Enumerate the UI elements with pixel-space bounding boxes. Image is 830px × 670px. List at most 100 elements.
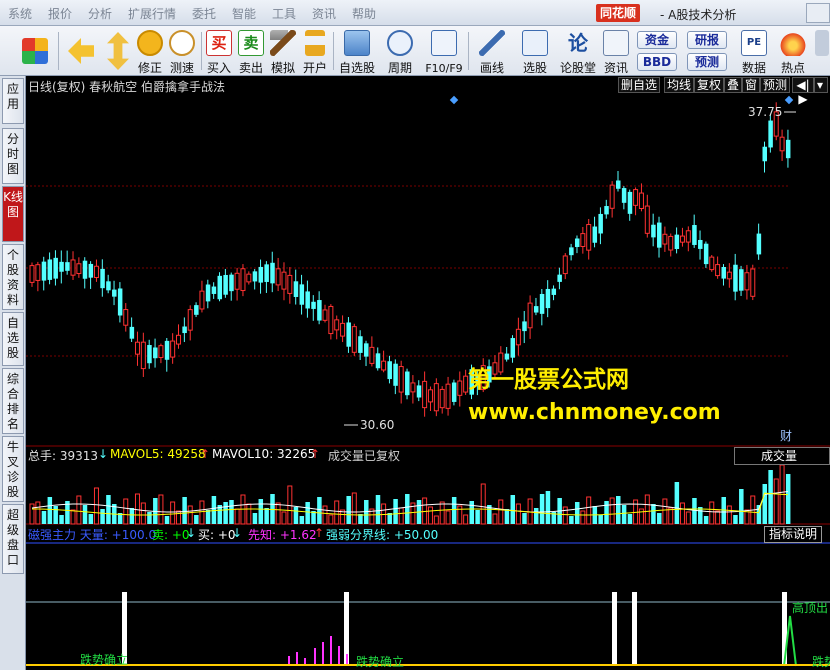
period-label: 周期 bbox=[387, 61, 412, 75]
news-button[interactable]: 资讯 bbox=[600, 28, 632, 75]
candle-body bbox=[70, 259, 76, 276]
draw-line-button[interactable]: 画线 bbox=[472, 28, 512, 75]
tab-kline[interactable]: K线图 bbox=[2, 186, 24, 242]
candle-body bbox=[562, 255, 568, 275]
candle-body bbox=[270, 262, 275, 284]
tab-intraday[interactable]: 分时图 bbox=[2, 128, 24, 184]
hot-button[interactable]: 热点 bbox=[776, 28, 810, 75]
expand-icon[interactable]: ◀|▶ bbox=[792, 77, 814, 106]
data-button[interactable]: PE 数据 bbox=[736, 28, 772, 75]
candle-body bbox=[65, 262, 70, 271]
capital-button[interactable]: 资金 bbox=[637, 31, 677, 49]
more-button[interactable] bbox=[814, 28, 830, 74]
candle-body bbox=[100, 268, 105, 289]
candle-body bbox=[187, 309, 193, 331]
indicator-help-button[interactable]: 指标说明 bbox=[764, 526, 823, 543]
ma-button[interactable]: 均线 bbox=[664, 77, 695, 93]
tab-ranking[interactable]: 综合排名 bbox=[2, 368, 24, 434]
menu-tools[interactable]: 工具 bbox=[272, 5, 296, 22]
volume-bar bbox=[726, 505, 732, 525]
menu-analysis[interactable]: 分析 bbox=[88, 5, 112, 22]
tab-apps[interactable]: 应用 bbox=[2, 78, 24, 124]
open-account-button[interactable]: 开户 bbox=[300, 28, 330, 75]
volume-bar bbox=[715, 510, 721, 525]
fix-button[interactable]: 修正 bbox=[134, 28, 166, 75]
menu-system[interactable]: 系统 bbox=[8, 5, 32, 22]
volume-indicator-select[interactable]: 成交量 bbox=[734, 447, 830, 465]
candle-body bbox=[739, 269, 744, 291]
tab-diagnosis[interactable]: 牛叉诊股 bbox=[2, 436, 24, 502]
volume-bar bbox=[100, 509, 105, 524]
candle-body bbox=[29, 265, 35, 283]
left-tab-bar: 应用 分时图 K线图 个股资料 自选股 综合排名 牛叉诊股 超级盘口 bbox=[0, 76, 26, 670]
lock-icon bbox=[305, 30, 325, 56]
forum-button[interactable]: 论 论股堂 bbox=[558, 28, 598, 75]
forum-label: 论股堂 bbox=[559, 61, 596, 75]
updown-arrows-icon bbox=[107, 32, 129, 70]
self-select-button[interactable]: 自选股 bbox=[336, 28, 378, 75]
candle-body bbox=[246, 273, 252, 283]
candle-body bbox=[398, 366, 404, 393]
volume-bar bbox=[480, 483, 486, 525]
news-icon bbox=[603, 30, 629, 56]
xianzhi-up-arrow-icon: ↑ bbox=[314, 526, 325, 540]
menu-extended-quote[interactable]: 扩展行情 bbox=[128, 5, 176, 22]
stock-select-button[interactable]: 选股 bbox=[514, 28, 556, 75]
candle-body bbox=[53, 257, 58, 279]
candle-body bbox=[129, 326, 135, 339]
predict-button[interactable]: 预测 bbox=[760, 77, 791, 93]
sell-button[interactable]: 卖 卖出 bbox=[236, 28, 266, 75]
volume-bar bbox=[123, 498, 129, 525]
buy-button[interactable]: 买 买入 bbox=[204, 28, 234, 75]
chevron-down-icon[interactable]: ▾ bbox=[814, 77, 828, 93]
volume-bar bbox=[651, 504, 656, 524]
volume-bar bbox=[739, 489, 744, 524]
back-arrow-icon bbox=[68, 38, 94, 64]
menu-news[interactable]: 资讯 bbox=[312, 5, 336, 22]
volume-bar bbox=[562, 506, 568, 525]
volume-bar bbox=[616, 496, 621, 524]
updown-button[interactable] bbox=[104, 28, 132, 74]
volume-bar bbox=[82, 505, 88, 524]
adjust-button[interactable]: 复权 bbox=[694, 77, 725, 93]
tab-watchlist-label: 自选股 bbox=[6, 316, 19, 360]
candle-body bbox=[638, 192, 644, 209]
candle-body bbox=[756, 233, 762, 255]
bbd-button[interactable]: BBD bbox=[637, 53, 677, 71]
research-button[interactable]: 研报 bbox=[687, 31, 727, 49]
period-button[interactable]: 周期 bbox=[380, 28, 420, 75]
tab-watchlist[interactable]: 自选股 bbox=[2, 312, 24, 366]
volume-bar bbox=[433, 515, 439, 525]
overlay-button[interactable]: 叠 bbox=[724, 77, 743, 93]
menu-order[interactable]: 委托 bbox=[192, 5, 216, 22]
menu-quote[interactable]: 报价 bbox=[48, 5, 72, 22]
speed-test-button[interactable]: 测速 bbox=[166, 28, 198, 75]
volume-bar bbox=[358, 514, 363, 524]
candle-body bbox=[674, 234, 680, 250]
menu-smart[interactable]: 智能 bbox=[232, 5, 256, 22]
indicator-sell-value: 卖: +0 bbox=[152, 528, 190, 542]
hot-icon bbox=[780, 30, 806, 56]
high-price-label: 37.75 bbox=[748, 105, 782, 119]
candle-body bbox=[47, 259, 53, 280]
f10-button[interactable]: F10/F9 bbox=[422, 28, 466, 75]
tab-level2[interactable]: 超级盘口 bbox=[2, 504, 24, 574]
window-button[interactable]: 窗 bbox=[742, 77, 761, 93]
minimize-button[interactable] bbox=[806, 3, 830, 23]
remove-watchlist-button[interactable]: 删自选 bbox=[618, 77, 661, 93]
simulate-button[interactable]: 模拟 bbox=[268, 28, 298, 75]
back-button[interactable] bbox=[64, 28, 98, 74]
candle-body bbox=[88, 263, 94, 278]
volume-bar bbox=[393, 499, 398, 524]
forecast-button[interactable]: 预测 bbox=[687, 53, 727, 71]
candle-body bbox=[715, 264, 721, 277]
candle-body bbox=[651, 224, 656, 238]
volume-bar bbox=[475, 510, 480, 524]
layout-button[interactable] bbox=[18, 28, 52, 74]
tab-stock-profile[interactable]: 个股资料 bbox=[2, 244, 24, 310]
toolbar: 修正 测速 买 买入 卖 卖出 模拟 开户 自选股 周期 F10/F9 画线 选… bbox=[0, 26, 830, 76]
volume-bar bbox=[106, 495, 111, 524]
tab-intraday-label: 分时图 bbox=[6, 132, 19, 176]
volume-bar bbox=[317, 497, 322, 524]
menu-help[interactable]: 帮助 bbox=[352, 5, 376, 22]
